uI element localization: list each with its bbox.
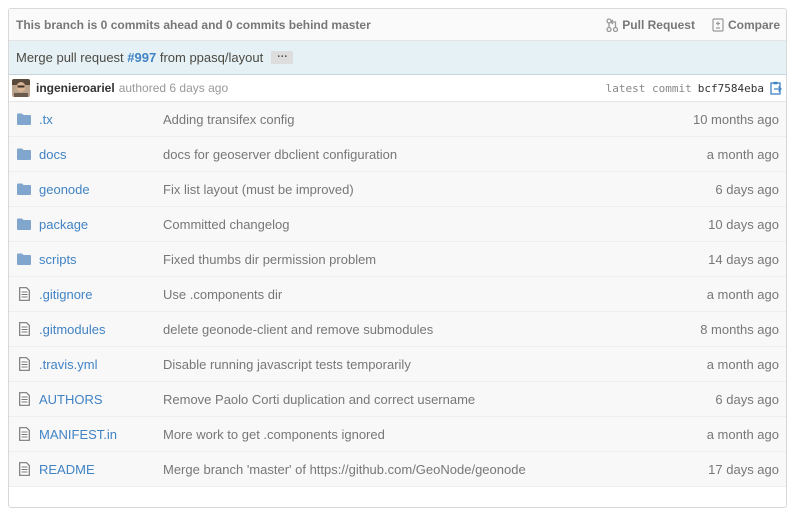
file-age: a month ago [706, 146, 779, 162]
file-commit-message-link[interactable]: Disable running javascript tests tempora… [163, 357, 707, 372]
file-commit-message-link[interactable]: Committed changelog [163, 217, 708, 232]
file-age: 10 months ago [692, 111, 779, 127]
folder-icon [9, 113, 39, 125]
file-commit-message-link[interactable]: Adding transifex config [163, 112, 693, 127]
expand-commit-message-button[interactable]: … [271, 49, 294, 64]
folder-icon [9, 253, 39, 265]
file-commit-message-link[interactable]: delete geonode-client and remove submodu… [163, 322, 700, 337]
file-icon [9, 427, 39, 441]
pull-request-link[interactable]: #997 [127, 50, 156, 65]
file-commit-message-link[interactable]: Fix list layout (must be improved) [163, 182, 715, 197]
file-icon [9, 392, 39, 406]
file-name-link[interactable]: AUTHORS [39, 392, 163, 407]
file-name-link[interactable]: .tx [39, 112, 163, 127]
branch-status-text: This branch is 0 commits ahead and 0 com… [16, 17, 371, 32]
file-browser: This branch is 0 commits ahead and 0 com… [8, 8, 787, 508]
file-age: 6 days ago [715, 391, 779, 407]
file-commit-message-link[interactable]: Merge branch 'master' of https://github.… [163, 462, 708, 477]
file-icon [9, 322, 39, 336]
file-name-link[interactable]: package [39, 217, 163, 232]
commit-author-link[interactable]: ingenieroariel [36, 81, 115, 95]
file-age: 6 days ago [715, 181, 779, 197]
file-icon [9, 357, 39, 371]
commit-title-suffix: from ppasq/layout [159, 50, 264, 65]
file-row[interactable]: .gitignore Use .components dir a month ago [9, 277, 786, 312]
copy-sha-icon[interactable] [770, 81, 782, 95]
file-name-link[interactable]: .gitmodules [39, 322, 163, 337]
file-age: 17 days ago [708, 461, 779, 477]
file-name-link[interactable]: MANIFEST.in [39, 427, 163, 442]
file-commit-message-link[interactable]: More work to get .components ignored [163, 427, 707, 442]
file-name-link[interactable]: README [39, 462, 163, 477]
file-age: a month ago [706, 356, 779, 372]
file-age: a month ago [706, 426, 779, 442]
avatar[interactable] [12, 79, 30, 97]
folder-icon [9, 148, 39, 160]
commit-sha-link[interactable]: bcf7584eba [698, 82, 764, 95]
pull-request-icon [606, 17, 619, 32]
file-age: 10 days ago [708, 216, 779, 232]
file-icon [9, 462, 39, 476]
file-row[interactable]: docs docs for geoserver dbclient configur… [9, 137, 786, 172]
file-row[interactable]: package Committed changelog 10 days ago [9, 207, 786, 242]
file-age: 8 months ago [700, 321, 779, 337]
folder-icon [9, 183, 39, 195]
file-name-link[interactable]: scripts [39, 252, 163, 267]
file-commit-message-link[interactable]: Fixed thumbs dir permission problem [163, 252, 708, 267]
compare-label: Compare [727, 17, 780, 32]
file-commit-message-link[interactable]: Remove Paolo Corti duplication and corre… [163, 392, 715, 407]
latest-commit-label: latest commit [605, 81, 692, 95]
file-row[interactable]: README Merge branch 'master' of https://g… [9, 452, 786, 487]
compare-icon [712, 17, 724, 32]
commit-meta: ingenieroariel authored 6 days ago lates… [9, 75, 786, 102]
file-name-link[interactable]: geonode [39, 182, 163, 197]
commit-title-prefix: Merge pull request [16, 50, 124, 65]
pull-request-label: Pull Request [622, 17, 695, 32]
latest-commit-title: Merge pull request #997 from ppasq/layou… [9, 41, 786, 75]
branch-status-bar: This branch is 0 commits ahead and 0 com… [9, 9, 786, 41]
file-name-link[interactable]: docs [39, 147, 163, 162]
file-name-link[interactable]: .travis.yml [39, 357, 163, 372]
file-row[interactable]: MANIFEST.in More work to get .components … [9, 417, 786, 452]
file-icon [9, 287, 39, 301]
file-row[interactable]: .tx Adding transifex config 10 months ago [9, 102, 786, 137]
file-row[interactable]: .gitmodules delete geonode-client and rem… [9, 312, 786, 347]
file-list: .tx Adding transifex config 10 months ago d… [9, 102, 786, 487]
pull-request-button[interactable]: Pull Request [606, 18, 695, 32]
file-row[interactable]: .travis.yml Disable running javascript te… [9, 347, 786, 382]
file-age: 14 days ago [708, 251, 779, 267]
file-row[interactable]: geonode Fix list layout (must be improved… [9, 172, 786, 207]
compare-button[interactable]: Compare [712, 18, 780, 32]
file-row[interactable]: scripts Fixed thumbs dir permission probl… [9, 242, 786, 277]
file-commit-message-link[interactable]: docs for geoserver dbclient configuratio… [163, 147, 707, 162]
file-row[interactable]: AUTHORS Remove Paolo Corti duplication an… [9, 382, 786, 417]
file-age: a month ago [706, 286, 779, 302]
file-commit-message-link[interactable]: Use .components dir [163, 287, 707, 302]
file-name-link[interactable]: .gitignore [39, 287, 163, 302]
authored-time: authored 6 days ago [118, 81, 229, 95]
folder-icon [9, 218, 39, 230]
